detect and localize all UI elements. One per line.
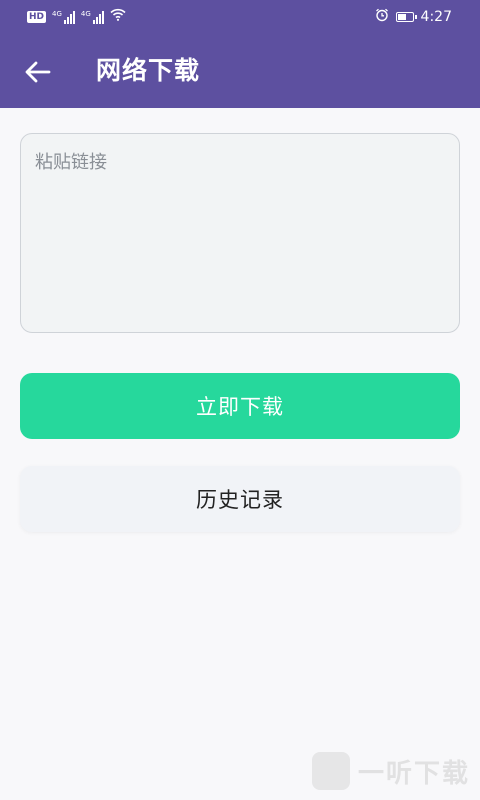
status-bar: HD 4G 4G 4:27 bbox=[0, 0, 480, 34]
battery-level-fill bbox=[397, 14, 406, 20]
alarm-icon bbox=[375, 8, 389, 26]
page-title: 网络下载 bbox=[96, 56, 201, 85]
screen: HD 4G 4G 4:27 网络下载 粘贴链接 立即下载 历史记录 一听下载 bbox=[0, 0, 480, 800]
toolbar: 网络下载 bbox=[0, 34, 480, 108]
link-input[interactable] bbox=[20, 133, 460, 333]
download-now-button[interactable]: 立即下载 bbox=[20, 373, 460, 439]
network-type-label: 4G bbox=[52, 9, 62, 18]
hd-icon: HD bbox=[27, 10, 47, 23]
network-type-label: 4G bbox=[80, 9, 91, 18]
watermark-text: 一听下载 bbox=[357, 758, 470, 789]
watermark-logo-icon bbox=[311, 752, 350, 790]
battery-icon bbox=[395, 12, 417, 22]
signal-icon: 4G bbox=[52, 10, 75, 24]
status-right: 4:27 bbox=[375, 8, 452, 26]
status-left: HD 4G 4G bbox=[27, 8, 126, 25]
status-time: 4:27 bbox=[420, 9, 452, 25]
signal-icon: 4G bbox=[81, 10, 104, 24]
history-button[interactable]: 历史记录 bbox=[20, 466, 460, 532]
back-button[interactable] bbox=[18, 52, 58, 92]
arrow-left-icon bbox=[25, 61, 51, 83]
wifi-icon bbox=[110, 8, 126, 25]
watermark: 一听下载 bbox=[311, 752, 470, 790]
